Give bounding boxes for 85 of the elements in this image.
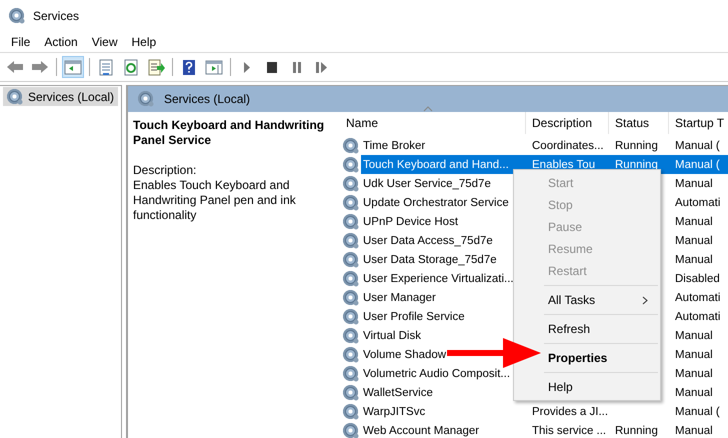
column-header[interactable]: Name [333,112,526,134]
service-name: Touch Keyboard and Handwriting Panel Service [133,118,326,148]
service-name-cell[interactable]: Web Account Manager [361,421,482,438]
service-name-cell[interactable]: Volume Shadow [361,345,448,364]
table-cell: Manual ( [675,406,720,418]
service-name-cell[interactable]: WarpJITSvc [361,402,428,421]
table-cell: Automati [675,196,720,208]
table-cell: Running [615,140,658,152]
table-cell: Disabled [675,272,720,284]
sort-caret-icon [423,106,433,112]
service-gear-icon [343,366,359,382]
service-name-cell[interactable]: Virtual Disk [361,326,423,345]
window-title: Services [33,9,80,23]
service-name-cell[interactable]: Time Broker [361,136,428,155]
service-gear-icon [343,138,359,154]
column-header[interactable]: Description [526,112,609,134]
menu-item[interactable]: View [84,35,124,49]
table-cell: Automati [675,310,720,322]
service-name-cell[interactable]: Update Orchestrator Service [361,193,511,212]
description-label: Description: [133,163,198,178]
service-gear-icon [343,404,359,420]
help-icon[interactable] [180,58,198,76]
gear-icon [7,88,23,104]
table-cell: Coordinates... [532,140,604,152]
action-pane-icon[interactable] [205,58,223,76]
pane-toggle-icon[interactable] [64,58,82,76]
column-header[interactable]: Startup T [669,112,728,134]
panel-title: Services (Local) [164,92,250,106]
description-text: Enables Touch Keyboard and Handwriting Panel pen and ink functionality [133,178,297,223]
service-name-cell[interactable]: User Data Storage_75d7e [361,250,499,269]
table-cell: Manual ( [675,140,720,152]
service-name-cell[interactable]: User Manager [361,288,438,307]
menu-item[interactable]: All Tasks [544,289,660,311]
forward-arrow-icon[interactable] [31,58,49,76]
service-gear-icon [343,290,359,306]
table-cell: Manual [675,330,713,342]
menu-item[interactable]: File [4,35,38,49]
table-cell: Running [615,158,658,170]
table-cell: Manual [675,348,713,360]
gear-icon [9,8,25,24]
refresh-icon[interactable] [122,58,140,76]
table-cell: Manual [675,386,713,398]
back-arrow-icon[interactable] [6,58,24,76]
service-name-cell[interactable]: UPnP Device Host [361,212,460,231]
service-gear-icon [343,232,359,248]
service-name-cell[interactable]: Volumetric Audio Composit... [361,364,512,383]
table-cell: Automati [675,292,720,304]
table-cell: Manual [675,368,713,380]
table-cell: Manual [675,424,713,436]
service-gear-icon [343,346,359,362]
table-cell: Running [615,424,658,436]
service-gear-icon [343,252,359,268]
table-cell: Manual [675,216,713,228]
column-header[interactable]: Status [609,112,669,134]
menu-item[interactable]: Help [124,35,164,49]
service-name-cell[interactable]: Udk User Service_75d7e [361,174,493,193]
table-cell: Manual ( [675,158,720,170]
service-gear-icon [343,308,359,324]
service-gear-icon [343,156,359,172]
menu-item[interactable]: Action [37,35,85,49]
menu-item[interactable]: Help [544,376,660,398]
service-gear-icon [343,328,359,344]
service-gear-icon [343,384,359,400]
service-gear-icon [343,176,359,192]
service-gear-icon [343,194,359,210]
gear-icon [138,91,154,107]
table-cell: Enables Tou [532,158,596,170]
service-name-cell[interactable]: User Experience Virtualizati... [361,269,516,288]
document-icon[interactable] [97,58,115,76]
menu-item[interactable]: Properties [544,347,660,369]
service-name-cell[interactable]: User Profile Service [361,307,467,326]
export-icon[interactable] [147,58,165,76]
table-cell: This service ... [532,424,606,436]
menu-item[interactable]: Refresh [544,318,660,340]
table-cell: Manual [675,254,713,266]
service-gear-icon [343,214,359,230]
service-gear-icon [343,270,359,286]
tree-item[interactable]: Services (Local) [3,87,118,106]
service-name-cell[interactable]: WalletService [361,383,435,402]
table-cell: Manual [675,234,713,246]
chevron-right-icon [642,296,648,304]
service-name-cell[interactable]: Touch Keyboard and Hand... [361,155,526,174]
table-cell: Provides a JI... [532,406,608,418]
table-cell: Manual [675,178,713,190]
service-name-cell[interactable]: User Data Access_75d7e [361,231,495,250]
